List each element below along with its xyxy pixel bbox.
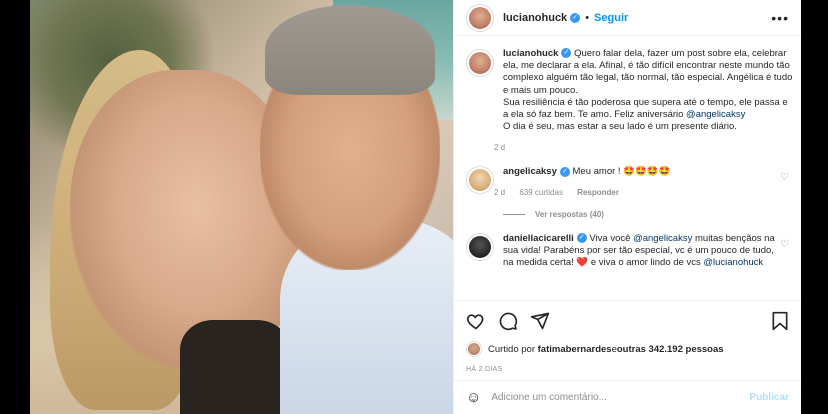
caption-text: lucianohuck ✓ Quero falar dela, fazer um … [503, 48, 793, 133]
comment-icon[interactable] [498, 311, 518, 331]
commenter-avatar[interactable] [466, 166, 494, 195]
caption-mention[interactable]: @angelicaksy [686, 109, 745, 120]
comment-username[interactable]: daniellacicarelli [503, 233, 574, 244]
publish-button[interactable]: Publicar [750, 392, 789, 403]
view-replies-button[interactable]: Ver respostas (40) [503, 210, 789, 219]
caption-text-3: O dia é seu, mas estar a seu lado é um p… [503, 121, 737, 133]
author-avatar[interactable] [466, 3, 494, 32]
comment-username[interactable]: angelicaksy [503, 166, 557, 177]
comment-mention-1[interactable]: @angelicaksy [633, 233, 692, 244]
red-heart-emoji: ❤️ [576, 257, 589, 269]
reply-button[interactable]: Responder [577, 188, 619, 197]
post-header: lucianohuck ✓ • Seguir ••• [454, 0, 801, 36]
likes-others[interactable]: outras 342.192 pessoas [617, 344, 724, 355]
comment-body-1: Viva você [589, 232, 634, 244]
author-username[interactable]: lucianohuck [503, 12, 567, 24]
likes-summary: Curtido por fatimabernardes e outras 342… [466, 341, 789, 357]
comment-text: daniellacicarelli ✓ Viva você @angelicaks… [503, 233, 778, 270]
commenter-avatar[interactable] [466, 232, 494, 261]
caption-avatar[interactable] [466, 49, 494, 77]
like-heart-icon[interactable] [466, 311, 486, 331]
comment-mention-2[interactable]: @lucianohuck [703, 257, 763, 268]
post-side-panel: lucianohuck ✓ • Seguir ••• lucianohuck ✓ … [453, 0, 801, 414]
replies-line [503, 213, 525, 215]
comment-body-3: e viva o amor lindo de vcs [588, 257, 704, 269]
comment-input[interactable] [491, 392, 750, 403]
caption-username[interactable]: lucianohuck [503, 48, 558, 59]
comment-age: 2 d [494, 187, 506, 197]
post-actions: Curtido por fatimabernardes e outras 342… [454, 300, 801, 373]
comment-item: angelicaksy ✓ Meu amor ! 🤩🤩🤩🤩 2 d 639 cur… [466, 166, 789, 197]
photo-woman-dress [180, 320, 290, 414]
comments-list[interactable]: lucianohuck ✓ Quero falar dela, fazer um … [454, 36, 801, 300]
post-timestamp[interactable]: HÁ 2 DIAS [466, 366, 789, 373]
photo-man-hair [265, 5, 435, 95]
verified-icon: ✓ [570, 12, 581, 23]
caption-age: 2 d [494, 143, 506, 153]
action-icons [466, 309, 789, 333]
separator-dot: • [585, 11, 590, 24]
instagram-post-modal: lucianohuck ✓ • Seguir ••• lucianohuck ✓ … [0, 0, 828, 414]
comment-text: angelicaksy ✓ Meu amor ! 🤩🤩🤩🤩 [503, 166, 778, 178]
heart-icon[interactable]: ♡ [780, 172, 789, 183]
post-photo[interactable] [30, 0, 453, 414]
save-bookmark-icon[interactable] [771, 311, 789, 331]
verified-icon: ✓ [559, 166, 570, 177]
verified-icon: ✓ [561, 48, 572, 59]
follow-button[interactable]: Seguir [594, 12, 628, 24]
liker-avatar[interactable] [466, 341, 482, 357]
verified-icon: ✓ [576, 233, 587, 244]
liker-username[interactable]: fatimabernardes [538, 344, 612, 355]
view-replies-label: Ver respostas (40) [535, 209, 604, 219]
likes-prefix: Curtido por [488, 343, 535, 355]
comment-meta: 2 d 639 curtidas Responder [494, 188, 778, 197]
heart-icon[interactable]: ♡ [780, 239, 789, 250]
comment-item: daniellacicarelli ✓ Viva você @angelicaks… [466, 232, 789, 270]
share-icon[interactable] [530, 311, 550, 331]
add-comment-bar: ☺ Publicar [454, 380, 801, 414]
comment-likes[interactable]: 639 curtidas [519, 188, 563, 197]
emoji-icon[interactable]: ☺ [466, 389, 481, 406]
comment-body: Meu amor ! 🤩🤩🤩🤩 [572, 166, 671, 178]
caption: lucianohuck ✓ Quero falar dela, fazer um … [466, 48, 792, 152]
more-options-icon[interactable]: ••• [771, 10, 789, 26]
